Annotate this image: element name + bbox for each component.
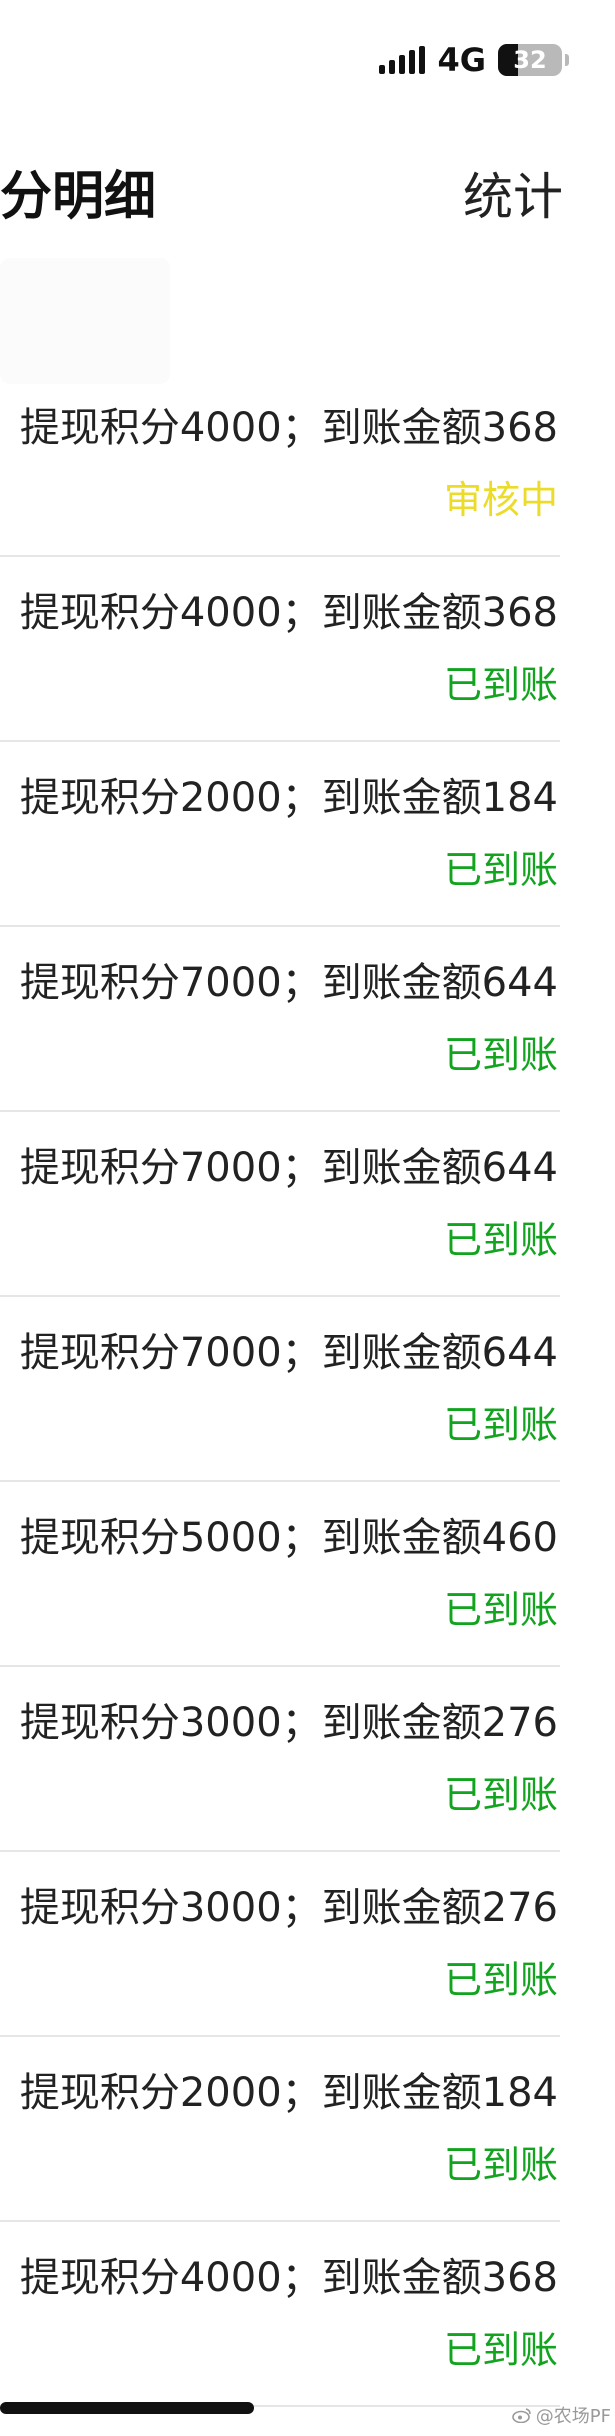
statistics-button[interactable]: 统计	[463, 165, 563, 229]
record-text: 提现积分7000；到账金额644	[19, 1145, 558, 1191]
list-item[interactable]: 提现积分7000；到账金额644 已到账	[0, 1297, 560, 1482]
cellular-signal-icon	[379, 46, 426, 74]
record-status: 已到账	[443, 1218, 558, 1262]
list-item[interactable]: 提现积分7000；到账金额644 已到账	[0, 1112, 560, 1297]
page-title: 分明细	[0, 167, 157, 227]
watermark: @农场PF	[511, 2402, 611, 2428]
network-type: 4G	[437, 41, 486, 79]
list-item[interactable]: 提现积分4000；到账金额368 已到账	[0, 2222, 560, 2407]
header-card	[0, 258, 170, 384]
battery-cap	[565, 54, 569, 66]
record-text: 提现积分2000；到账金额184	[19, 775, 558, 821]
record-status: 已到账	[443, 1958, 558, 2002]
record-text: 提现积分7000；到账金额644	[19, 1330, 558, 1376]
record-status: 已到账	[443, 1773, 558, 1817]
home-indicator[interactable]	[0, 2402, 254, 2414]
record-status: 已到账	[443, 848, 558, 892]
record-status: 审核中	[443, 478, 558, 522]
record-status: 已到账	[443, 663, 558, 707]
battery-level: 32	[513, 46, 547, 74]
record-text: 提现积分7000；到账金额644	[19, 960, 558, 1006]
watermark-text: @农场PF	[535, 2406, 611, 2427]
list-item[interactable]: 提现积分5000；到账金额460 已到账	[0, 1482, 560, 1667]
record-text: 提现积分5000；到账金额460	[19, 1515, 558, 1561]
status-bar: 4G 32	[379, 40, 569, 80]
record-text: 提现积分4000；到账金额368	[19, 590, 558, 636]
list-item[interactable]: 提现积分3000；到账金额276 已到账	[0, 1852, 560, 2037]
battery-icon: 32	[498, 44, 562, 76]
list-item[interactable]: 提现积分4000；到账金额368 审核中	[0, 372, 560, 557]
list-item[interactable]: 提现积分7000；到账金额644 已到账	[0, 927, 560, 1112]
list-item[interactable]: 提现积分2000；到账金额184 已到账	[0, 2037, 560, 2222]
record-status: 已到账	[443, 1403, 558, 1447]
record-status: 已到账	[443, 1033, 558, 1077]
record-status: 已到账	[443, 2143, 558, 2187]
record-text: 提现积分2000；到账金额184	[19, 2070, 558, 2116]
record-text: 提现积分3000；到账金额276	[19, 1700, 558, 1746]
list-item[interactable]: 提现积分2000；到账金额184 已到账	[0, 742, 560, 927]
record-list[interactable]: 提现积分4000；到账金额368 审核中 提现积分4000；到账金额368 已到…	[0, 372, 560, 2407]
record-text: 提现积分4000；到账金额368	[19, 2255, 558, 2301]
list-item[interactable]: 提现积分4000；到账金额368 已到账	[0, 557, 560, 742]
record-status: 已到账	[443, 2328, 558, 2372]
record-text: 提现积分4000；到账金额368	[19, 405, 558, 451]
weibo-icon	[511, 2408, 531, 2423]
record-status: 已到账	[443, 1588, 558, 1632]
record-text: 提现积分3000；到账金额276	[19, 1885, 558, 1931]
list-item[interactable]: 提现积分3000；到账金额276 已到账	[0, 1667, 560, 1852]
